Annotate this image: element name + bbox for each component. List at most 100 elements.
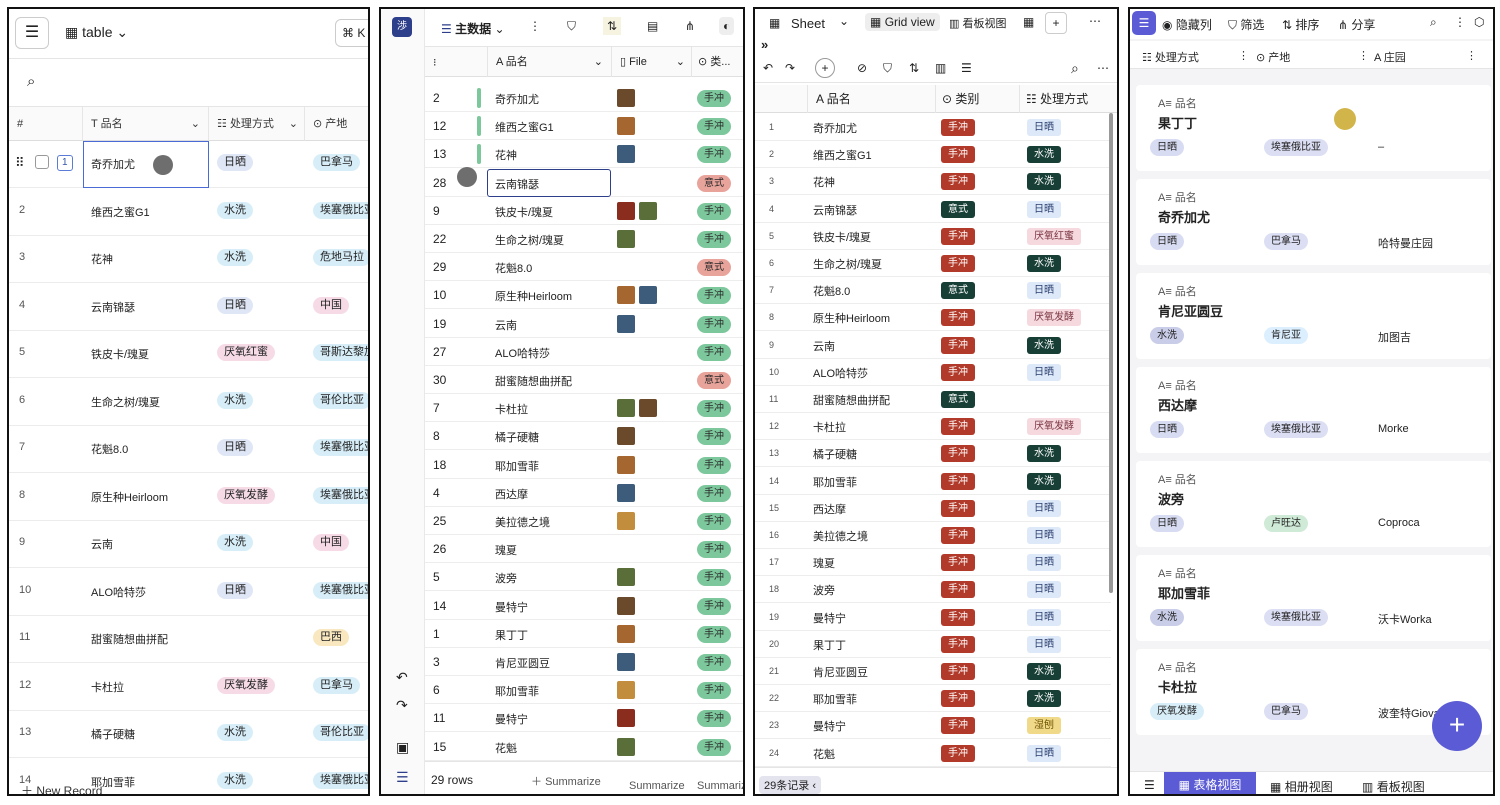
search-icon[interactable]: ⌕ <box>1430 15 1437 30</box>
share-button[interactable]: ⋔ 分享 <box>1338 16 1375 33</box>
file-thumbnail[interactable] <box>617 230 635 248</box>
cell-name[interactable]: 甜蜜随想曲拼配 <box>91 631 168 647</box>
table-row[interactable]: 11 甜蜜随想曲拼配 意式 <box>755 386 1111 413</box>
table-row[interactable]: 19 曼特宁 手冲 日晒 <box>755 604 1111 631</box>
app-logo[interactable]: 渉 <box>392 17 412 37</box>
palette-icon[interactable]: ◐ <box>719 17 735 35</box>
col-header-origin[interactable]: ⊙ 产地 <box>1256 49 1290 65</box>
more-icon[interactable]: ⋮ <box>1454 15 1466 29</box>
cell-name[interactable]: 云南锦瑟 <box>91 299 135 315</box>
table-row[interactable]: 7 花魁8.0 日晒 埃塞俄比亚 <box>9 426 368 473</box>
cell-name[interactable]: 果丁丁 <box>495 627 528 643</box>
table-row[interactable]: 9 云南 水洗 中国 <box>9 521 368 568</box>
cell-name[interactable]: 耶加雪菲 <box>495 683 539 699</box>
chevron-down-icon[interactable]: ⌄ <box>839 14 849 28</box>
cell-name[interactable]: 瑰夏 <box>495 542 517 558</box>
col-header-name[interactable]: T 品名 ⌄ <box>83 107 209 141</box>
table-icon[interactable]: ▦ <box>1023 15 1034 29</box>
table-row[interactable]: 6 生命之树/瑰夏 手冲 水洗 <box>755 250 1111 277</box>
record-card[interactable]: A≡ 品名 奇乔加尤 日晒 巴拿马 哈特曼庄园 <box>1136 179 1491 265</box>
table-row[interactable]: 11 曼特宁 手冲 <box>425 704 743 733</box>
chevron-left-icon[interactable]: ‹ <box>812 780 816 792</box>
table-row[interactable]: 18 耶加雪菲 手冲 <box>425 451 743 479</box>
file-thumbnail[interactable] <box>639 286 657 305</box>
table-row[interactable]: 3 肯尼亚圆豆 手冲 <box>425 648 743 676</box>
cell-name[interactable]: 花神 <box>91 251 113 267</box>
table-row[interactable]: 12 维西之蜜G1 手冲 <box>425 112 743 141</box>
table-row[interactable]: 19 云南 手冲 <box>425 310 743 338</box>
cell-name[interactable]: 奇乔加尤 <box>813 120 857 136</box>
tab-table-view[interactable]: ▦ 表格视图 <box>1164 772 1256 794</box>
redo-icon[interactable]: ↷ <box>396 697 408 714</box>
undo-icon[interactable]: ↶ <box>763 61 773 75</box>
table-row[interactable]: 1 奇乔加尤 手冲 日晒 <box>755 114 1111 141</box>
add-icon[interactable]: + <box>815 58 835 78</box>
file-thumbnail[interactable] <box>617 455 635 474</box>
table-row[interactable]: 4 云南锦瑟 日晒 中国 <box>9 284 368 331</box>
tab-album-view[interactable]: ▦ 相册视图 <box>1270 778 1333 794</box>
cell-name[interactable]: 维西之蜜G1 <box>91 204 150 220</box>
cell-name[interactable]: 西达摩 <box>495 486 528 502</box>
file-thumbnail[interactable] <box>617 483 635 502</box>
file-thumbnail[interactable] <box>617 201 635 220</box>
table-row[interactable]: 23 曼特宁 手冲 湿刨 <box>755 712 1111 740</box>
table-row[interactable]: 22 生命之树/瑰夏 手冲 <box>425 225 743 253</box>
cell-name[interactable]: 云南锦瑟 <box>495 176 539 192</box>
cell-name[interactable]: 云南锦瑟 <box>813 202 857 218</box>
cell-name[interactable]: 花魁 <box>813 746 835 762</box>
cell-name[interactable]: 美拉德之境 <box>495 514 550 530</box>
cell-name[interactable]: 花神 <box>813 174 835 190</box>
table-row[interactable]: 11 甜蜜随想曲拼配 巴西 <box>9 616 368 663</box>
table-row[interactable]: 9 云南 手冲 水洗 <box>755 332 1111 359</box>
table-row[interactable]: 20 果丁丁 手冲 日晒 <box>755 631 1111 658</box>
cell-name[interactable]: ALO哈特莎 <box>813 365 868 381</box>
file-thumbnail[interactable] <box>617 117 635 136</box>
col-header-name[interactable]: A 品名 ⌄ <box>487 47 611 77</box>
cell-name[interactable]: 花魁 <box>495 740 517 756</box>
more-icon[interactable]: ⋮ <box>529 19 541 33</box>
cell-name[interactable]: 生命之树/瑰夏 <box>495 232 564 248</box>
cell-name[interactable]: 云南 <box>495 317 517 333</box>
drag-handle-icon[interactable]: ⠿ <box>15 155 25 171</box>
cell-name[interactable]: 花魁8.0 <box>495 260 532 276</box>
file-thumbnail[interactable] <box>617 512 635 530</box>
cell-name[interactable]: 原生种Heirloom <box>495 288 572 304</box>
cell-name[interactable]: 原生种Heirloom <box>813 310 890 326</box>
table-row[interactable]: 13 花神 手冲 <box>425 140 743 169</box>
file-thumbnail[interactable] <box>617 568 635 587</box>
table-row[interactable]: 8 原生种Heirloom 厌氧发酵 埃塞俄比亚 <box>9 474 368 521</box>
panel-icon[interactable]: ▣ <box>396 739 409 756</box>
cell-name[interactable]: 卡杜拉 <box>813 419 846 435</box>
menu-button[interactable]: ☰ <box>15 17 49 49</box>
table-row[interactable]: 15 西达摩 手冲 日晒 <box>755 495 1111 522</box>
file-thumbnail[interactable] <box>617 286 635 305</box>
table-row[interactable]: 5 波旁 手冲 <box>425 563 743 592</box>
col-header-proc[interactable]: ☷ 处理方式 <box>1142 49 1199 65</box>
file-thumbnail[interactable] <box>617 681 635 700</box>
cell-name[interactable]: 铁皮卡/瑰夏 <box>91 346 149 362</box>
sort-icon[interactable]: ⇅ <box>909 61 919 75</box>
cell-name[interactable]: 生命之树/瑰夏 <box>813 256 882 272</box>
cell-name[interactable]: 云南 <box>91 536 113 552</box>
file-thumbnail[interactable] <box>639 201 657 220</box>
file-thumbnail[interactable] <box>617 596 635 615</box>
file-thumbnail[interactable] <box>617 427 635 446</box>
table-row[interactable]: 4 西达摩 手冲 <box>425 479 743 507</box>
col-header-type[interactable]: ⊙ 类... <box>691 47 743 77</box>
table-row[interactable]: 12 卡杜拉 厌氧发酵 巴拿马 <box>9 664 368 711</box>
cell-name[interactable]: 原生种Heirloom <box>91 489 168 505</box>
record-card[interactable]: A≡ 品名 耶加雪菲 水洗 埃塞俄比亚 沃卡Worka <box>1136 555 1491 641</box>
cell-name[interactable]: 肯尼亚圆豆 <box>495 655 550 671</box>
table-row[interactable]: 2 奇乔加尤 手冲 <box>425 84 743 112</box>
record-card[interactable]: A≡ 品名 肯尼亚圆豆 水洗 肯尼亚 加图吉 <box>1136 273 1491 359</box>
table-row[interactable]: 25 美拉德之境 手冲 <box>425 507 743 535</box>
hide-icon[interactable]: ⊘ <box>857 61 867 75</box>
command-button[interactable]: ⌘ K <box>335 19 368 47</box>
redo-icon[interactable]: ↷ <box>785 61 795 75</box>
cell-name[interactable]: ALO哈特莎 <box>495 345 550 361</box>
cell-name[interactable]: 奇乔加尤 <box>91 156 135 172</box>
cell-name[interactable]: 橘子硬糖 <box>495 429 539 445</box>
cell-name[interactable]: 甜蜜随想曲拼配 <box>495 373 572 389</box>
col-header-name[interactable]: A 品名 <box>807 85 935 113</box>
sort-button[interactable]: ⇅ 排序 <box>1282 16 1319 33</box>
